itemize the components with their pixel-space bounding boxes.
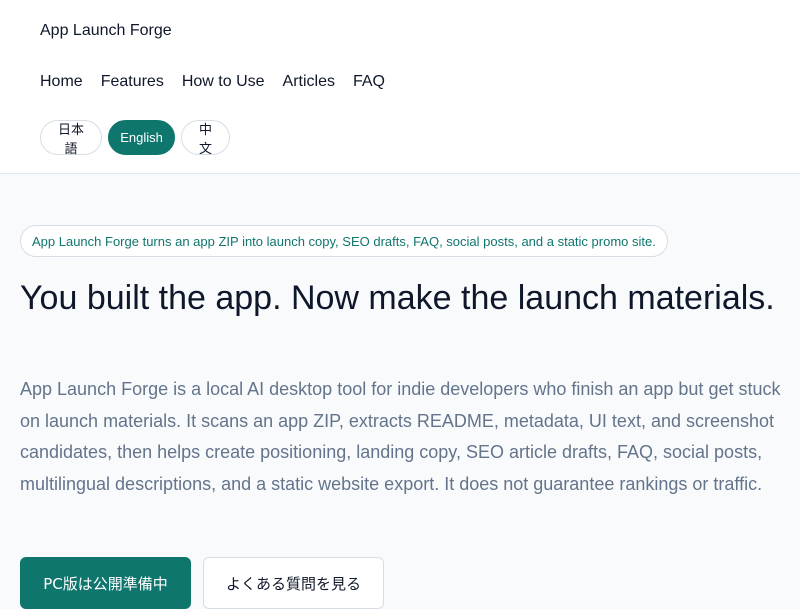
language-english-button[interactable]: English <box>108 120 175 155</box>
tagline-badge: App Launch Forge turns an app ZIP into l… <box>20 225 668 257</box>
hero-headline: You built the app. Now make the launch m… <box>20 279 775 317</box>
language-switcher: 日本語 English 中文 <box>40 120 230 156</box>
nav-faq[interactable]: FAQ <box>353 72 385 92</box>
pc-version-button[interactable]: PC版は公開準備中 <box>20 557 191 609</box>
hero-description: App Launch Forge is a local AI desktop t… <box>20 379 781 494</box>
view-faq-button[interactable]: よくある質問を見る <box>203 557 384 609</box>
nav-articles[interactable]: Articles <box>283 72 335 92</box>
nav-home[interactable]: Home <box>40 72 83 92</box>
main-nav: Home Features How to Use Articles FAQ <box>40 72 385 92</box>
nav-features[interactable]: Features <box>101 72 164 92</box>
site-header: App Launch Forge Home Features How to Us… <box>0 0 800 174</box>
site-title-link[interactable]: App Launch Forge <box>40 21 172 41</box>
language-japanese-button[interactable]: 日本語 <box>40 120 102 156</box>
nav-how-to-use[interactable]: How to Use <box>182 72 265 92</box>
language-chinese-button[interactable]: 中文 <box>181 120 230 156</box>
